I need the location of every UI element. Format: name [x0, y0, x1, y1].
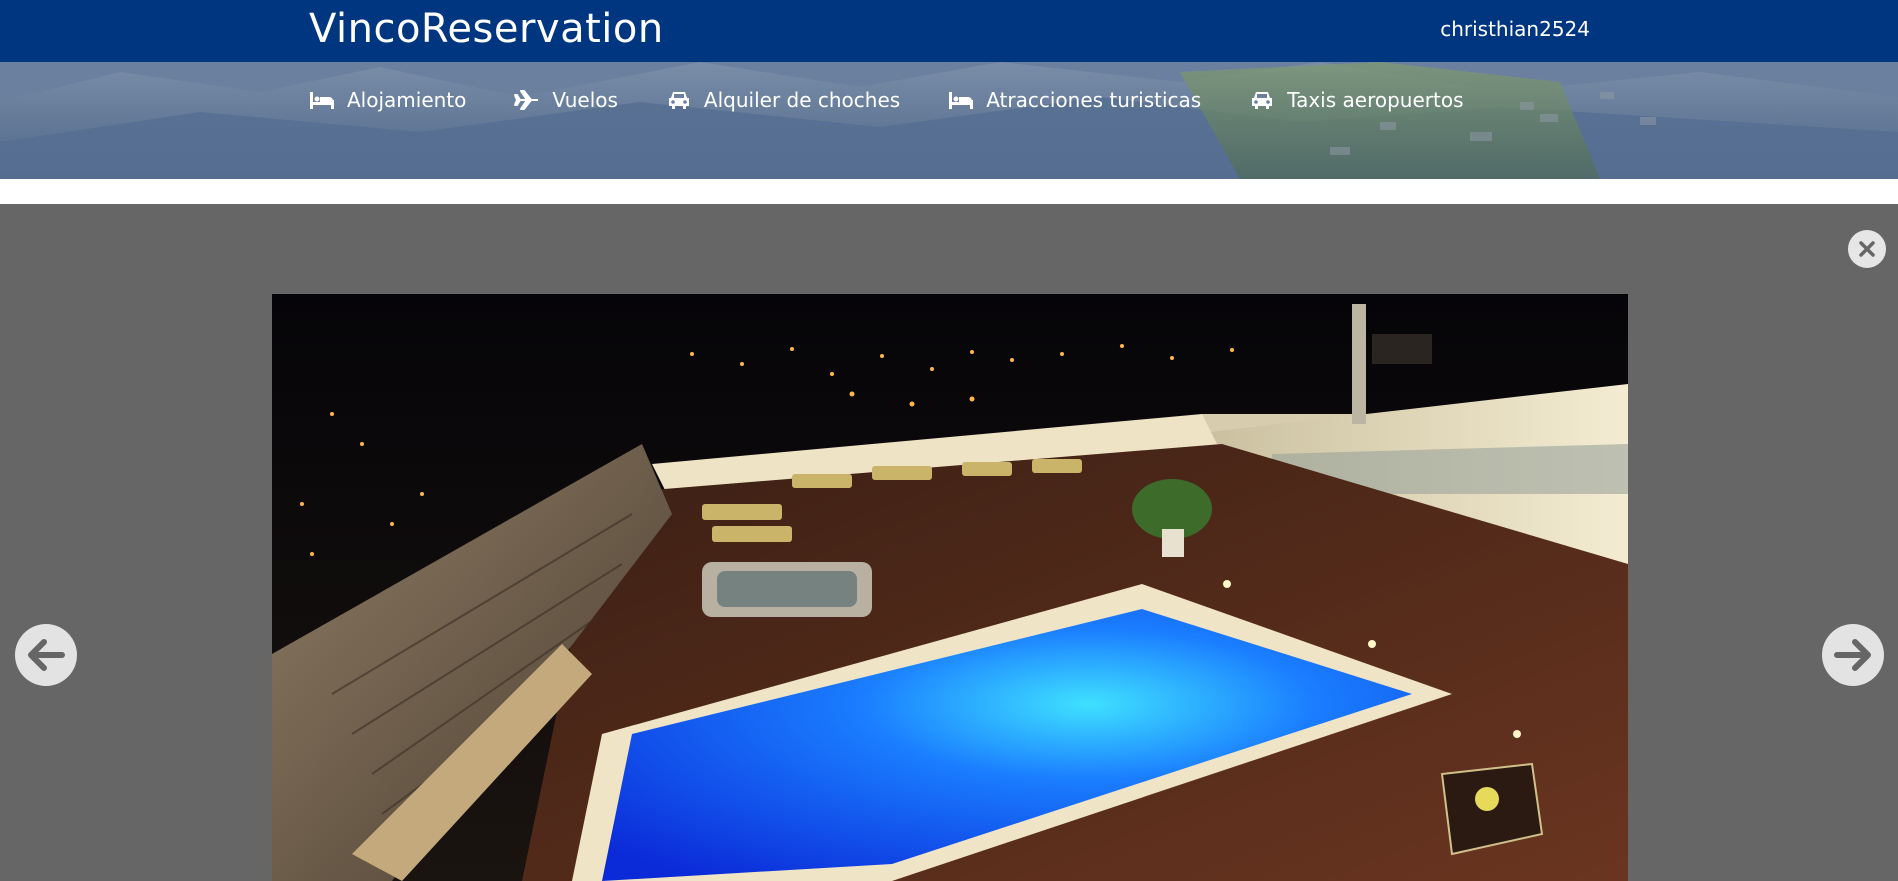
hotel-pool-image — [272, 294, 1628, 881]
bed-icon — [310, 92, 334, 109]
plane-icon — [514, 90, 539, 110]
lightbox-close-button[interactable] — [1848, 230, 1886, 268]
nav-item-vuelos[interactable]: Vuelos — [514, 88, 618, 112]
lightbox-prev-button[interactable] — [15, 624, 77, 686]
nav-item-taxis[interactable]: Taxis aeropuertos — [1249, 88, 1464, 112]
brand-logo[interactable]: VincoReservation — [309, 6, 664, 52]
arrow-left-icon — [28, 639, 65, 671]
lightbox-photo — [272, 294, 1628, 881]
nav-item-alquiler[interactable]: Alquiler de choches — [666, 88, 900, 112]
mountain-backdrop — [0, 62, 1898, 179]
nav-item-alojamiento[interactable]: Alojamiento — [309, 88, 466, 112]
close-icon — [1859, 241, 1875, 257]
nav-item-atracciones[interactable]: Atracciones turisticas — [948, 88, 1201, 112]
nav-label: Taxis aeropuertos — [1287, 88, 1464, 112]
arrow-right-icon — [1834, 639, 1871, 671]
nav-label: Atracciones turisticas — [986, 88, 1202, 112]
user-account[interactable]: christhian2524 — [1440, 17, 1590, 41]
top-header: VincoReservation christhian2524 — [0, 0, 1898, 62]
main-nav: Alojamiento Vuelos Alquiler de choches A… — [309, 88, 1464, 112]
nav-label: Alquiler de choches — [703, 88, 901, 112]
bed-icon — [949, 92, 974, 109]
spacer — [0, 179, 1898, 204]
car-icon — [1252, 92, 1273, 109]
nav-label: Alojamiento — [347, 88, 467, 112]
nav-label: Vuelos — [552, 88, 618, 112]
lightbox-next-button[interactable] — [1822, 624, 1884, 686]
nav-banner: Alojamiento Vuelos Alquiler de choches A… — [0, 62, 1898, 179]
car-icon — [668, 92, 689, 109]
